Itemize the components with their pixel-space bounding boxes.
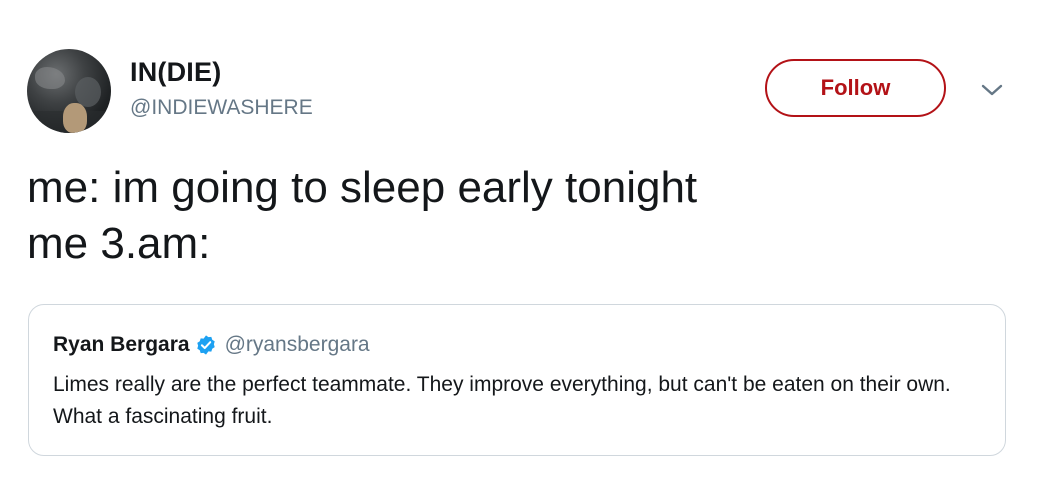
follow-button[interactable]: Follow: [765, 59, 946, 117]
avatar-detail: [63, 103, 87, 133]
author-display-name[interactable]: IN(DIE): [130, 57, 221, 88]
avatar[interactable]: [27, 49, 111, 133]
avatar-detail: [35, 67, 65, 89]
quoted-author-name: Ryan Bergara: [53, 333, 190, 356]
chevron-down-icon[interactable]: [979, 80, 1005, 100]
quoted-author-handle: @ryansbergara: [224, 333, 370, 356]
verified-badge-icon: [196, 335, 215, 355]
tweet-card: IN(DIE) @INDIEWASHERE Follow me: im goin…: [0, 0, 1051, 482]
quoted-tweet[interactable]: Ryan Bergara @ryansbergara Limes really …: [28, 304, 1006, 456]
quoted-tweet-header: Ryan Bergara @ryansbergara: [53, 333, 370, 357]
tweet-text-line: me: im going to sleep early tonight: [27, 163, 698, 212]
tweet-text: me: im going to sleep early tonight me 3…: [27, 160, 697, 272]
tweet-text-line: me 3.am:: [27, 219, 211, 268]
author-handle[interactable]: @INDIEWASHERE: [130, 96, 313, 120]
quoted-tweet-text: Limes really are the perfect teammate. T…: [53, 373, 951, 428]
